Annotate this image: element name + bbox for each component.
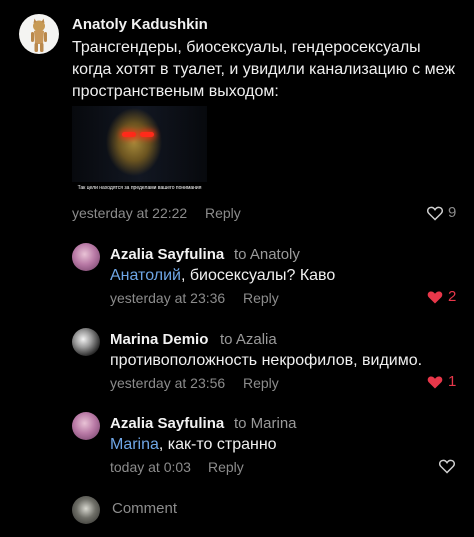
reply-button[interactable]: Reply (205, 205, 241, 221)
cat-figure-icon (31, 18, 47, 52)
like-button[interactable]: 1 (426, 373, 456, 390)
comment-input[interactable]: Comment (112, 500, 177, 517)
comment-time: yesterday at 22:22 (72, 205, 188, 221)
comment-time: today at 0:03 (110, 459, 191, 475)
meme-picture (72, 106, 207, 182)
glowing-eye-left (122, 132, 136, 137)
comment-author[interactable]: Marina Demio (110, 331, 208, 348)
comment-text: противоположность некрофилов, видимо. (110, 352, 423, 369)
comment-author[interactable]: Azalia Sayfulina (110, 246, 224, 263)
mention-link[interactable]: Анатолий (110, 267, 181, 284)
avatar[interactable] (72, 328, 100, 356)
avatar[interactable] (72, 243, 100, 271)
glowing-eye-right (140, 132, 154, 137)
like-count: 1 (448, 373, 457, 390)
like-button[interactable]: 2 (426, 288, 456, 305)
reply-button[interactable]: Reply (243, 375, 279, 391)
heart-outline-icon (426, 206, 444, 221)
mention-link[interactable]: Marina (110, 436, 159, 453)
reply-to-label[interactable]: to Marina (234, 415, 297, 432)
comment-time: yesterday at 23:36 (110, 290, 226, 306)
reply-button[interactable]: Reply (208, 459, 244, 475)
like-button[interactable] (438, 458, 456, 474)
comment-text: Трансгендеры, биосексуалы, гендеросексуа… (72, 39, 456, 100)
reply-button[interactable]: Reply (243, 290, 279, 306)
heart-filled-icon (427, 375, 443, 389)
attached-image[interactable]: Так цели находятся за пределами вашего п… (72, 106, 207, 194)
like-count: 2 (448, 288, 457, 305)
comment-text: Marina, как-то странно (110, 436, 277, 453)
avatar[interactable] (19, 14, 59, 54)
heart-outline-icon (438, 459, 456, 474)
avatar[interactable] (72, 412, 100, 440)
heart-filled-icon (427, 290, 443, 304)
comment-author[interactable]: Anatoly Kadushkin (72, 16, 208, 33)
my-avatar (72, 496, 100, 524)
reply-to-label[interactable]: to Azalia (220, 331, 277, 348)
comment-time: yesterday at 23:56 (110, 375, 226, 391)
comment-text: Анатолий, биосексуалы? Каво (110, 267, 336, 284)
like-count: 9 (448, 204, 457, 221)
like-button[interactable]: 9 (426, 204, 456, 221)
image-caption: Так цели находятся за пределами вашего п… (77, 185, 202, 191)
comment-author[interactable]: Azalia Sayfulina (110, 415, 224, 432)
reply-to-label[interactable]: to Anatoly (234, 246, 300, 263)
